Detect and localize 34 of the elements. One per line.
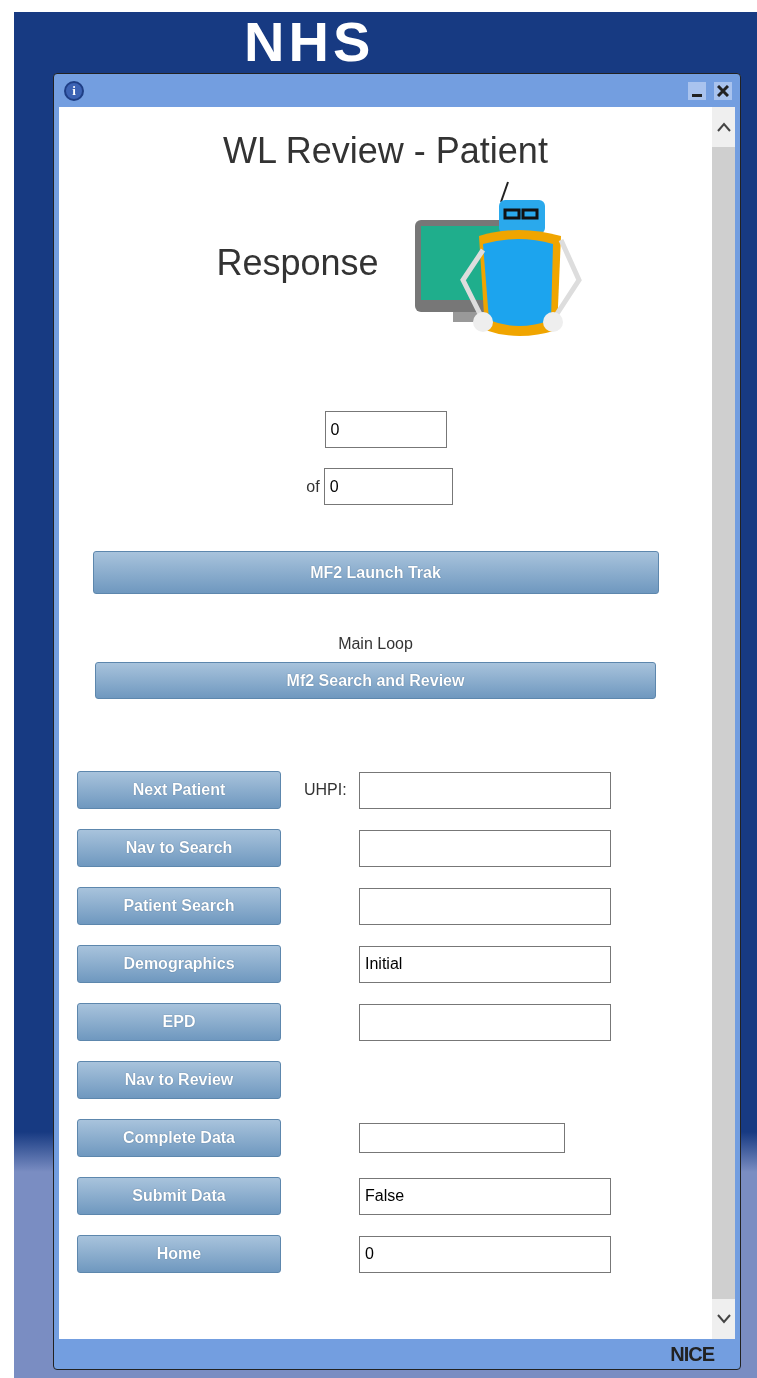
step-button[interactable]: EPD xyxy=(77,1003,281,1042)
step-button[interactable]: Nav to Review xyxy=(77,1061,281,1100)
input-field[interactable] xyxy=(359,887,611,925)
scroll-down-icon[interactable] xyxy=(712,1299,735,1339)
step-button[interactable]: Patient Search xyxy=(77,887,281,926)
page-subtitle: Response xyxy=(216,240,379,285)
input-field[interactable] xyxy=(359,829,611,867)
input-field[interactable]: 0 xyxy=(359,1235,611,1273)
step-button[interactable]: Nav to Search xyxy=(77,829,281,868)
page-title: WL Review - Patient xyxy=(223,129,548,173)
step-button[interactable]: Home xyxy=(77,1235,281,1274)
scroll-up-icon[interactable] xyxy=(712,107,735,147)
step-button[interactable]: Demographics xyxy=(77,945,281,984)
scrollbar[interactable] xyxy=(712,107,735,1339)
input-field[interactable] xyxy=(359,1123,565,1154)
input-field[interactable]: Initial xyxy=(359,945,611,983)
input-field[interactable] xyxy=(359,771,611,809)
field-label: UHPI: xyxy=(303,780,348,801)
step-button[interactable]: Submit Data xyxy=(77,1177,281,1216)
input-field[interactable]: 0 xyxy=(324,411,447,449)
search-review-button[interactable]: Mf2 Search and Review xyxy=(95,662,656,700)
launch-button[interactable]: MF2 Launch Trak xyxy=(92,551,659,595)
input-field[interactable]: False xyxy=(359,1177,611,1215)
minimize-icon[interactable] xyxy=(688,81,706,100)
section-label: Main Loop xyxy=(338,634,413,655)
input-field[interactable] xyxy=(359,1003,611,1041)
of-label: of xyxy=(306,476,320,497)
close-icon[interactable] xyxy=(714,81,732,100)
info-icon[interactable]: i xyxy=(64,80,84,101)
background-logo: NHS xyxy=(244,14,375,70)
step-button[interactable]: Complete Data xyxy=(77,1119,281,1158)
input-field[interactable]: 0 xyxy=(323,468,453,506)
step-button[interactable]: Next Patient xyxy=(77,771,281,810)
brand-logo: NICE xyxy=(670,1342,714,1367)
